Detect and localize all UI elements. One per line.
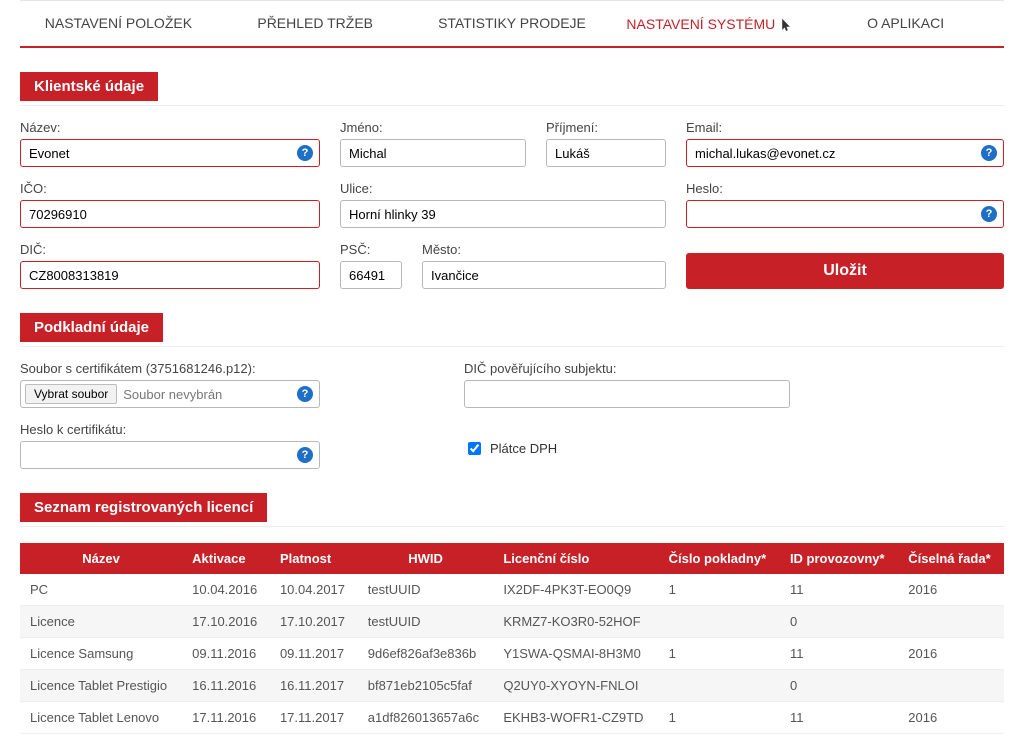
table-row[interactable]: Licence Tablet Lenovo17.11.201617.11.201… [20, 702, 1004, 734]
table-cell: 1 [659, 574, 780, 606]
mesto-input[interactable] [429, 267, 659, 284]
tab-o-aplikaci[interactable]: O APLIKACI [807, 1, 1004, 46]
platce-dph-checkbox[interactable] [468, 442, 481, 455]
label-email: Email: [686, 120, 1004, 135]
nazev-input[interactable] [27, 145, 297, 162]
help-icon[interactable]: ? [297, 447, 313, 463]
table-cell: 10.04.2017 [270, 574, 358, 606]
col-nazev: Název [20, 543, 182, 574]
jmeno-input[interactable] [347, 145, 519, 162]
tab-statistiky-prodeje[interactable]: STATISTIKY PRODEJE [414, 1, 611, 46]
table-cell: bf871eb2105c5faf [358, 670, 494, 702]
tab-nastaveni-polozek[interactable]: NASTAVENÍ POLOŽEK [20, 1, 217, 46]
table-cell: 16.11.2017 [270, 670, 358, 702]
link-cursor-icon [779, 18, 791, 32]
table-cell: 2016 [898, 702, 1004, 734]
col-provozovna: ID provozovny* [780, 543, 898, 574]
table-cell: 11 [780, 574, 898, 606]
main-tabs: NASTAVENÍ POLOŽEK PŘEHLED TRŽEB STATISTI… [20, 0, 1004, 48]
save-button[interactable]: Uložit [686, 253, 1004, 289]
table-cell: 0 [780, 670, 898, 702]
cert-pass-input[interactable] [27, 447, 297, 464]
platce-dph-label: Plátce DPH [490, 441, 557, 456]
tab-nastaveni-systemu[interactable]: NASTAVENÍ SYSTÉMU [610, 1, 807, 46]
table-cell: Licence [20, 606, 182, 638]
col-platnost: Platnost [270, 543, 358, 574]
license-table: Název Aktivace Platnost HWID Licenční čí… [20, 543, 1004, 734]
platce-dph-row: Plátce DPH [464, 439, 790, 458]
help-icon[interactable]: ? [981, 145, 997, 161]
section-header-background: Podkladní údaje [20, 313, 163, 342]
help-icon[interactable]: ? [981, 206, 997, 222]
table-cell [898, 670, 1004, 702]
dic-input[interactable] [27, 267, 313, 284]
table-cell: 17.11.2017 [270, 702, 358, 734]
section-header-client: Klientské údaje [20, 72, 158, 101]
table-cell: 17.10.2016 [182, 606, 270, 638]
label-psc: PSČ: [340, 242, 402, 257]
prijmeni-input[interactable] [553, 145, 659, 162]
table-cell: EKHB3-WOFR1-CZ9TD [493, 702, 658, 734]
label-jmeno: Jméno: [340, 120, 526, 135]
label-dic: DIČ: [20, 242, 320, 257]
ico-input[interactable] [27, 206, 313, 223]
col-aktivace: Aktivace [182, 543, 270, 574]
email-input[interactable] [693, 145, 981, 162]
col-pokladna: Číslo pokladny* [659, 543, 780, 574]
label-prijmeni: Příjmení: [546, 120, 666, 135]
label-ico: IČO: [20, 181, 320, 196]
table-row[interactable]: Licence17.10.201617.10.2017testUUIDKRMZ7… [20, 606, 1004, 638]
label-cert-pass: Heslo k certifikátu: [20, 422, 320, 437]
table-cell: Licence Tablet Lenovo [20, 702, 182, 734]
file-status-text: Soubor nevybrán [123, 387, 297, 402]
table-cell: testUUID [358, 574, 494, 606]
table-cell: 0 [780, 606, 898, 638]
table-cell: KRMZ7-KO3R0-52HOF [493, 606, 658, 638]
help-icon[interactable]: ? [297, 145, 313, 161]
table-cell: 17.11.2016 [182, 702, 270, 734]
table-cell: Q2UY0-XYOYN-FNLOI [493, 670, 658, 702]
label-heslo: Heslo: [686, 181, 1004, 196]
col-hwid: HWID [358, 543, 494, 574]
table-row[interactable]: Licence Tablet Prestigio16.11.201616.11.… [20, 670, 1004, 702]
table-cell [898, 606, 1004, 638]
table-cell: IX2DF-4PK3T-EO0Q9 [493, 574, 658, 606]
table-cell: 11 [780, 702, 898, 734]
table-cell: 16.11.2016 [182, 670, 270, 702]
table-cell: testUUID [358, 606, 494, 638]
tab-prehled-trzeb[interactable]: PŘEHLED TRŽEB [217, 1, 414, 46]
heslo-input[interactable] [693, 206, 981, 223]
table-cell: a1df826013657a6c [358, 702, 494, 734]
label-nazev: Název: [20, 120, 320, 135]
table-cell: 17.10.2017 [270, 606, 358, 638]
dic-pover-input[interactable] [471, 386, 783, 403]
table-cell: 10.04.2016 [182, 574, 270, 606]
choose-file-button[interactable]: Vybrat soubor [25, 384, 117, 404]
label-ulice: Ulice: [340, 181, 666, 196]
help-icon[interactable]: ? [297, 386, 313, 402]
section-header-licenses: Seznam registrovaných licencí [20, 493, 267, 522]
label-cert-file: Soubor s certifikátem (3751681246.p12): [20, 361, 320, 376]
table-cell: PC [20, 574, 182, 606]
label-mesto: Město: [422, 242, 666, 257]
psc-input[interactable] [347, 267, 395, 284]
ulice-input[interactable] [347, 206, 659, 223]
table-cell [659, 670, 780, 702]
label-dic-pover: DIČ pověřujícího subjektu: [464, 361, 790, 376]
col-ciselna-rada: Číselná řada* [898, 543, 1004, 574]
table-cell: Licence Tablet Prestigio [20, 670, 182, 702]
table-cell [659, 606, 780, 638]
col-licencni: Licenční číslo [493, 543, 658, 574]
table-cell: 2016 [898, 574, 1004, 606]
table-cell: 1 [659, 702, 780, 734]
table-row[interactable]: PC10.04.201610.04.2017testUUIDIX2DF-4PK3… [20, 574, 1004, 606]
